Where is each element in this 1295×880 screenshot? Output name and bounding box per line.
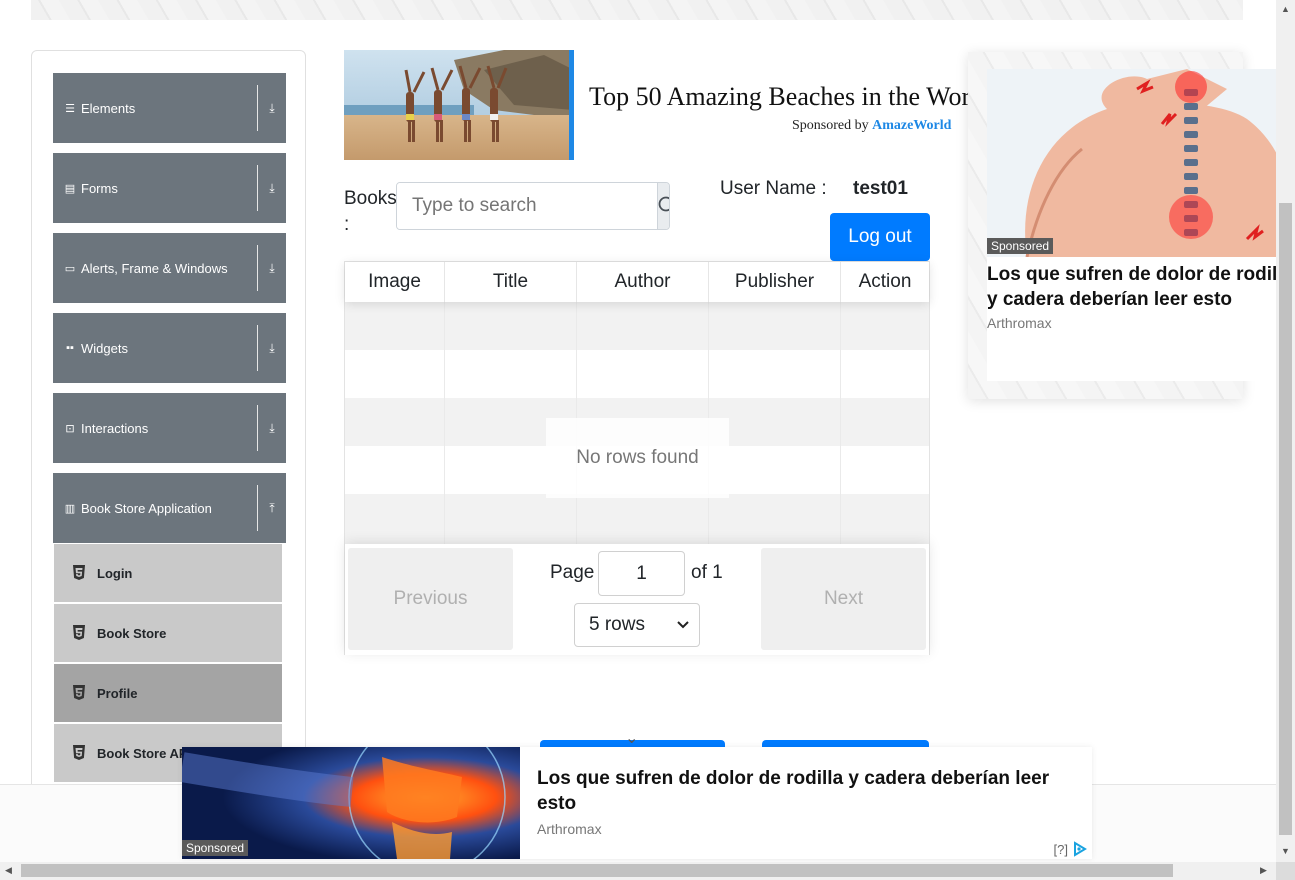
sponsored-badge: Sponsored [987,238,1054,254]
book-search-box [396,182,670,230]
nav-item-label: Book Store API [97,745,192,761]
scroll-down-arrow-icon[interactable]: ▼ [1281,846,1290,856]
html5-icon [73,745,85,760]
logout-button[interactable]: Log out [830,213,930,261]
column-header-publisher[interactable]: Publisher [709,262,841,302]
ad-choices[interactable]: [?] [1054,841,1088,857]
chevron-down-icon [677,621,689,629]
nav-group-label: Interactions [81,420,149,436]
no-rows-message: No rows found [546,418,729,498]
search-input[interactable] [397,183,657,229]
user-name-value: test01 [853,178,908,199]
expand-arrow-icon: ⤓ [269,180,275,195]
books-icon: ▥ [64,502,76,515]
left-navigation-panel: ☰ Elements ⤓ ▤ Forms ⤓ ▭ Alerts, Frame &… [31,50,306,810]
nav-group-elements[interactable]: ☰ Elements ⤓ [53,73,286,143]
expand-arrow-icon: ⤓ [269,340,275,355]
html5-icon [73,625,85,640]
nav-group-label: Widgets [81,340,128,356]
column-header-image[interactable]: Image [345,262,445,302]
table-row [345,350,929,398]
back-pain-image [987,69,1295,257]
ad-headline[interactable]: Los que sufren de dolor de rodilla y cad… [987,262,1295,312]
user-name-label: User Name : [720,178,827,199]
rows-per-page-select[interactable]: 5 rows [574,603,700,647]
bottom-banner-ad[interactable]: Sponsored Los que sufren de dolor de rod… [182,747,1092,859]
nav-group-label: Forms [81,180,118,196]
sponsor-link[interactable]: AmazeWorld [872,118,951,133]
nav-group-label: Book Store Application [81,500,212,516]
scroll-up-arrow-icon[interactable]: ▲ [1281,4,1290,14]
nav-item-login[interactable]: Login [54,544,282,602]
table-row [345,494,929,544]
close-ad-chevron-icon[interactable]: ⌄ [625,728,638,748]
html5-icon [73,565,85,580]
nav-item-label: Profile [97,685,138,701]
books-label: Books : [344,188,397,235]
previous-button[interactable]: Previous [348,548,513,650]
widgets-icon: ▪▪ [66,342,74,354]
nav-group-alerts-frame-windows[interactable]: ▭ Alerts, Frame & Windows ⤓ [53,233,286,303]
promo-sponsor-line: Sponsored by AmazeWorld [792,118,951,134]
right-sidebar-ad[interactable]: Sponsored Los que sufren de dolor de rod… [968,52,1295,399]
nav-group-forms[interactable]: ▤ Forms ⤓ [53,153,286,223]
nav-item-label: Book Store [97,625,167,641]
column-header-action[interactable]: Action [841,262,929,302]
scroll-left-arrow-icon[interactable]: ◀ [5,865,12,876]
ad-headline[interactable]: Los que sufren de dolor de rodilla y cad… [537,766,1087,816]
window-icon: ▭ [64,262,76,275]
decorative-banner [31,0,1243,20]
ad-source[interactable]: Arthromax [987,315,1052,331]
promo-title[interactable]: Top 50 Amazing Beaches in the World [589,82,969,112]
nav-group-label: Alerts, Frame & Windows [81,260,228,276]
page-label: Page [550,562,595,583]
nav-item-book-store[interactable]: Book Store [54,604,282,662]
sponsored-badge: Sponsored [182,840,249,856]
html5-icon [73,685,85,700]
beach-photo [344,50,569,160]
scrollbar-corner [1276,862,1295,880]
nav-group-widgets[interactable]: ▪▪ Widgets ⤓ [53,313,286,383]
table-row [345,302,929,350]
expand-arrow-icon: ⤓ [269,100,275,115]
column-header-author[interactable]: Author [577,262,709,302]
collapse-arrow-icon: ⤒ [269,500,275,515]
table-header: Image Title Author Publisher Action [345,262,929,302]
interactions-icon: ⊡ [65,422,75,435]
column-header-title[interactable]: Title [445,262,577,302]
rows-per-page-value: 5 rows [589,614,645,635]
pagination-bar: Previous Page of 1 5 rows Next [345,544,929,655]
ad-card[interactable]: Sponsored Los que sufren de dolor de rod… [987,69,1295,381]
search-button[interactable] [657,183,669,229]
ad-help-link[interactable]: [?] [1054,842,1068,857]
page-total-label: of 1 [691,562,723,583]
nav-group-interactions[interactable]: ⊡ Interactions ⤓ [53,393,286,463]
nav-item-profile[interactable]: Profile [54,664,282,722]
page: ☰ Elements ⤓ ▤ Forms ⤓ ▭ Alerts, Frame &… [0,0,1295,880]
expand-arrow-icon: ⤓ [269,260,275,275]
nav-item-label: Login [97,565,133,581]
promo-beach-image[interactable] [344,50,574,160]
nav-group-label: Elements [81,100,136,116]
horizontal-scrollbar-thumb[interactable] [21,864,1173,877]
adchoices-icon [1074,841,1087,857]
next-button[interactable]: Next [761,548,926,650]
search-icon [658,196,669,212]
sponsored-by-label: Sponsored by [792,118,869,133]
menu-icon: ☰ [65,102,75,115]
expand-arrow-icon: ⤓ [269,420,275,435]
page-number-input[interactable] [598,551,685,596]
ad-source[interactable]: Arthromax [537,821,602,837]
form-icon: ▤ [64,182,76,195]
books-table: Image Title Author Publisher Action No r… [344,261,930,655]
vertical-scrollbar-thumb[interactable] [1279,203,1292,835]
scroll-right-arrow-icon[interactable]: ▶ [1260,865,1267,876]
nav-group-book-store-application[interactable]: ▥ Book Store Application ⤒ [53,473,286,543]
